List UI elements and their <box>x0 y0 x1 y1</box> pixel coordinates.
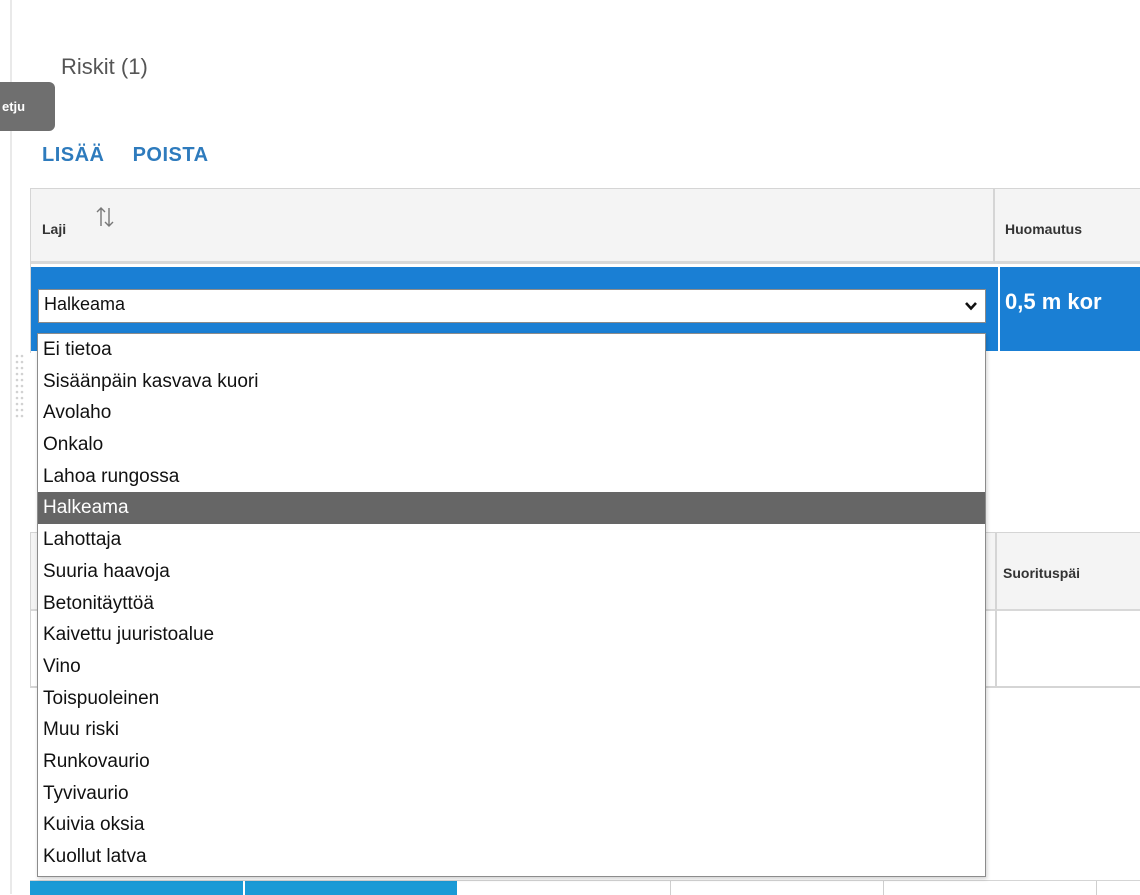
bottom-separator <box>883 881 884 895</box>
drag-handle-icon[interactable] <box>14 352 26 422</box>
column-header-label: Laji <box>42 221 67 237</box>
side-tab[interactable]: etju <box>0 82 55 131</box>
column-header-laji[interactable]: Laji <box>31 189 995 264</box>
laji-select-value: Halkeama <box>44 294 126 314</box>
dropdown-option[interactable]: Vino <box>38 651 985 683</box>
dropdown-option[interactable]: Tyvivaurio <box>38 778 985 810</box>
remove-button[interactable]: POISTA <box>133 144 209 166</box>
dropdown-option[interactable]: Sisäänpäin kasvava kuori <box>38 366 985 398</box>
bottom-tab-2[interactable] <box>245 881 457 895</box>
bottom-separator <box>1096 881 1097 895</box>
column-header-label: Huomautus <box>1005 221 1082 237</box>
dropdown-option[interactable]: Lahoa rungossa <box>38 461 985 493</box>
chevron-down-icon <box>965 302 977 311</box>
left-border <box>10 0 12 894</box>
note-cell[interactable]: 0,5 m kor <box>998 267 1140 351</box>
section-title: Riskit (1) <box>61 54 148 79</box>
sort-icon[interactable] <box>95 205 115 229</box>
column-divider <box>995 532 997 688</box>
laji-select[interactable]: Halkeama <box>38 289 986 323</box>
dropdown-option[interactable]: Ei tietoa <box>38 334 985 366</box>
dropdown-option[interactable]: Suuria haavoja <box>38 556 985 588</box>
dropdown-option[interactable]: Toispuoleinen <box>38 683 985 715</box>
dropdown-option-selected[interactable]: Halkeama <box>38 492 985 525</box>
laji-dropdown-list[interactable]: Ei tietoa Sisäänpäin kasvava kuori Avola… <box>37 333 986 877</box>
dropdown-option[interactable]: Kuollut latva <box>38 841 985 873</box>
dropdown-option[interactable]: Betonitäyttöä <box>38 588 985 620</box>
bottom-tab-1[interactable] <box>30 881 243 895</box>
dropdown-option[interactable]: Avolaho <box>38 397 985 429</box>
dropdown-option[interactable]: Runkovaurio <box>38 746 985 778</box>
action-bar: LISÄÄ POISTA <box>42 144 231 167</box>
dropdown-option[interactable]: Muu riski <box>38 714 985 746</box>
bottom-separator <box>670 881 671 895</box>
risks-table: Laji Huomautus Halkeama 0,5 m kor <box>30 188 1140 353</box>
column-header-huomautus[interactable]: Huomautus <box>995 189 1140 264</box>
dropdown-option[interactable]: Lahottaja <box>38 524 985 556</box>
column-header-suorituspaiva[interactable]: Suorituspäi <box>1003 565 1080 581</box>
dropdown-option[interactable]: Kuivia oksia <box>38 809 985 841</box>
bottom-tab-strip <box>30 880 1140 895</box>
dropdown-option[interactable]: Kaivettu juuristoalue <box>38 619 985 651</box>
dropdown-option[interactable]: Onkalo <box>38 429 985 461</box>
add-button[interactable]: LISÄÄ <box>42 144 105 166</box>
